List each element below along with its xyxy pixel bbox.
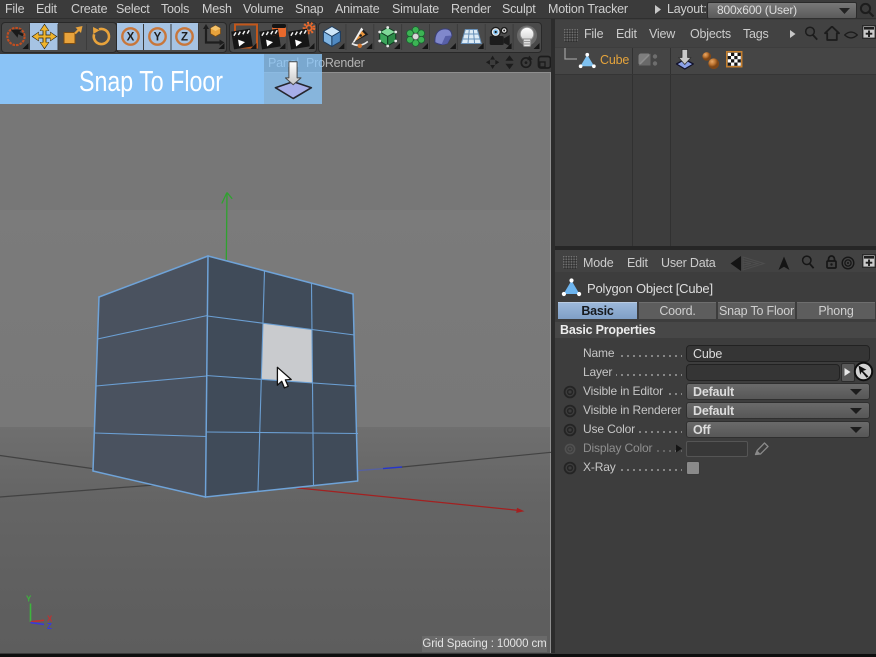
svg-text:Y: Y: [26, 595, 32, 604]
svg-text:Z: Z: [47, 622, 52, 631]
svg-text:Z: Z: [181, 32, 188, 44]
svg-text:X: X: [127, 32, 135, 44]
svg-text:Y: Y: [154, 32, 162, 44]
